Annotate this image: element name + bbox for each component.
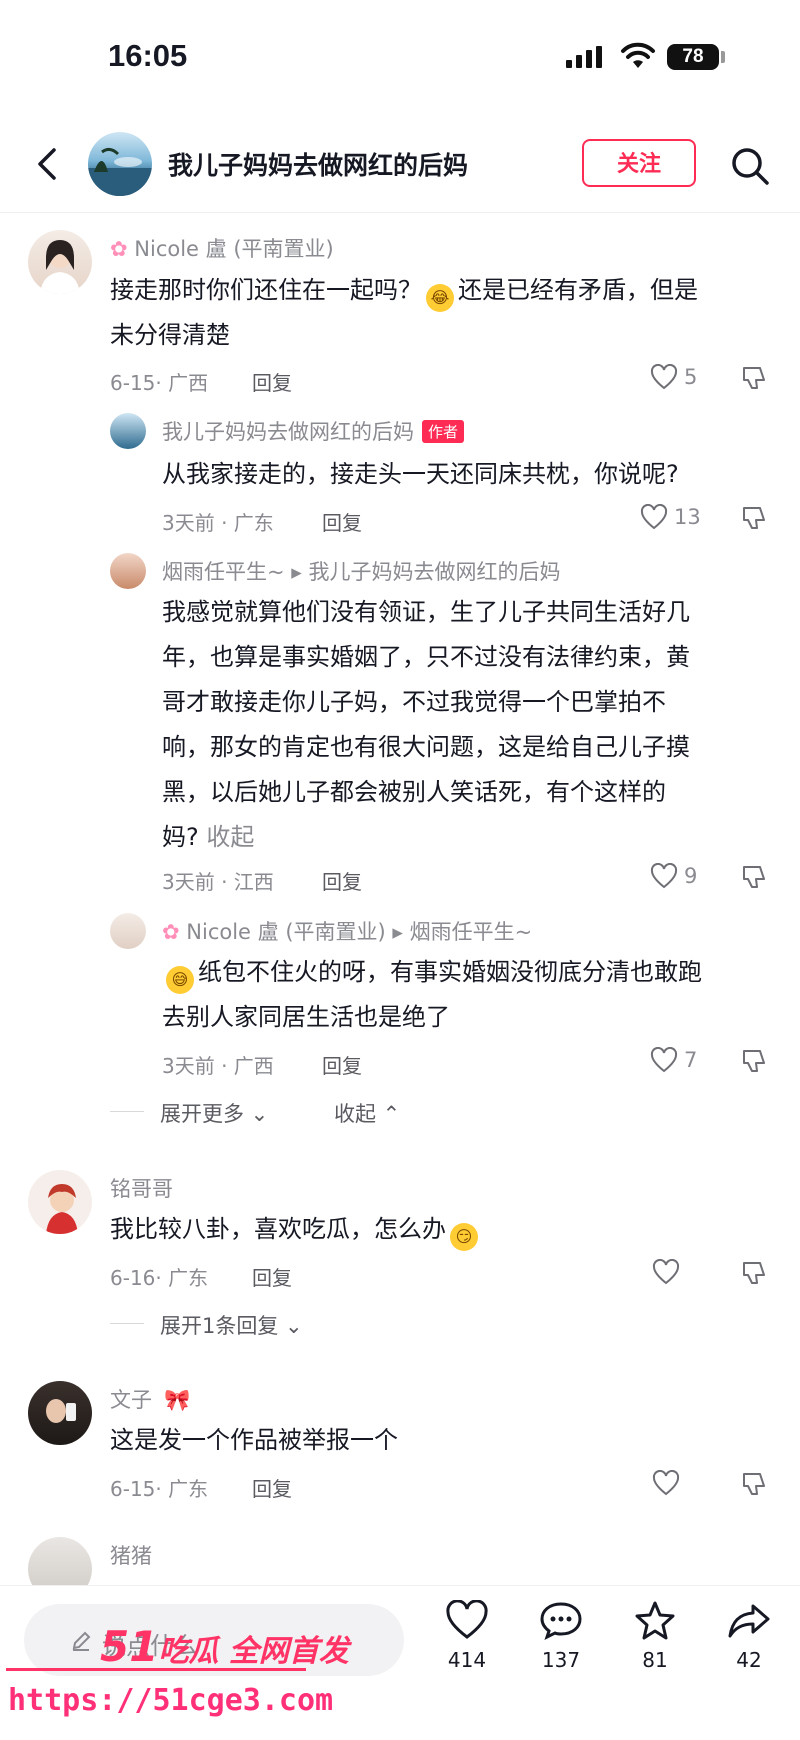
pencil-icon	[72, 1631, 91, 1651]
like-count: 414	[447, 1648, 487, 1672]
like-count: 13	[674, 505, 701, 529]
watermark-brand: 51吃瓜 全网首发	[100, 1622, 349, 1671]
wifi-icon	[621, 42, 655, 68]
like-button[interactable]: 13	[640, 504, 701, 530]
avatar[interactable]	[28, 1170, 92, 1234]
reply-button[interactable]: 回复	[252, 367, 292, 396]
comment-author[interactable]: 猪猪	[110, 1540, 152, 1570]
reply-author[interactable]: ✿ Nicole 盧 (平南置业) ▸ 烟雨任平生~	[162, 916, 532, 946]
comment-author[interactable]: ✿ Nicole 盧 (平南置业)	[110, 233, 334, 263]
dislike-icon[interactable]	[740, 1259, 768, 1287]
avatar[interactable]	[28, 1381, 92, 1445]
share-icon	[728, 1604, 770, 1638]
comment-text: 这是发一个作品被举报一个	[110, 1426, 398, 1454]
collapse-text-button[interactable]: 收起	[206, 823, 254, 851]
status-bar: 16:05 78	[0, 0, 800, 120]
dislike-icon[interactable]	[740, 364, 768, 392]
watermark-url: https://51cge3.com	[8, 1683, 334, 1718]
expand-more-button[interactable]: 展开更多 ⌄	[160, 1098, 268, 1128]
star-icon	[635, 1601, 675, 1640]
reply-meta: 3天前 · 江西	[162, 870, 274, 894]
heart-icon	[650, 863, 678, 889]
comment-meta: 6-15· 广西	[110, 371, 209, 395]
dislike-icon[interactable]	[740, 1047, 768, 1075]
reply-avatar[interactable]	[110, 413, 146, 449]
dislike-icon[interactable]	[740, 504, 768, 532]
author-tag: 作者	[422, 420, 465, 443]
heart-icon	[650, 1047, 678, 1073]
comment-bubble-icon	[540, 1602, 582, 1640]
search-icon[interactable]	[728, 144, 772, 188]
collapse-replies-button[interactable]: 收起 ⌃	[334, 1098, 400, 1128]
watermark-underline	[6, 1668, 306, 1671]
heart-icon	[652, 1259, 680, 1285]
divider	[110, 1323, 144, 1324]
like-count: 5	[684, 365, 698, 389]
comment-text: 接走那时你们还住在一起吗？ 😂 还是已经有矛盾，但是 未分得清楚	[110, 276, 698, 349]
sweat-smile-emoji-icon: 😅	[166, 966, 194, 994]
flower-icon: ✿	[162, 920, 187, 944]
expand-replies-button[interactable]: 展开1条回复 ⌄	[160, 1310, 303, 1340]
flower-icon: ✿	[110, 237, 135, 261]
follow-button[interactable]: 关注	[582, 139, 696, 187]
reply-text: 我感觉就算他们没有领证，生了儿子共同生活好几 年，也算是事实婚姻了，只不过没有法…	[162, 598, 690, 851]
like-button[interactable]: 5	[650, 364, 697, 390]
reply-text: 从我家接走的，接走头一天还同床共枕，你说呢?	[162, 460, 679, 488]
header-title: 我儿子妈妈去做网红的后妈	[168, 151, 469, 180]
back-icon[interactable]	[28, 142, 68, 186]
share-count: 42	[736, 1648, 762, 1672]
heart-icon	[446, 1599, 488, 1639]
reply-button[interactable]: 回复	[322, 507, 362, 536]
favorite-action[interactable]: 81	[620, 1600, 690, 1672]
like-button[interactable]: 7	[650, 1047, 697, 1073]
favorite-count: 81	[642, 1648, 668, 1672]
author-avatar[interactable]	[88, 132, 152, 196]
comment-meta: 6-16· 广东	[110, 1266, 209, 1290]
smirk-emoji-icon: 😏	[450, 1223, 478, 1251]
like-button[interactable]: 9	[650, 863, 697, 889]
like-count: 9	[684, 864, 698, 888]
comments-header: 我儿子妈妈去做网红的后妈 关注	[0, 120, 800, 213]
signal-icon	[566, 46, 602, 68]
like-button[interactable]	[652, 1470, 680, 1496]
reply-meta: 3天前 · 广东	[162, 511, 274, 535]
reply-button[interactable]: 回复	[322, 866, 362, 895]
dislike-icon[interactable]	[740, 1470, 768, 1498]
comment-author[interactable]: 铭哥哥	[110, 1173, 173, 1203]
battery-indicator: 78	[667, 44, 719, 70]
comment-author[interactable]: 文子 🎀	[110, 1384, 190, 1414]
reply-button[interactable]: 回复	[322, 1050, 362, 1079]
crying-emoji-icon: 😂	[426, 284, 454, 312]
bow-icon: 🎀	[164, 1388, 191, 1412]
comment-action[interactable]: 137	[526, 1600, 596, 1672]
comment-meta: 6-15· 广东	[110, 1477, 209, 1501]
reply-button[interactable]: 回复	[252, 1262, 292, 1291]
reply-button[interactable]: 回复	[252, 1473, 292, 1502]
reply-author[interactable]: 烟雨任平生~ ▸ 我儿子妈妈去做网红的后妈	[162, 556, 561, 586]
reply-avatar[interactable]	[110, 553, 146, 589]
like-action[interactable]: 414	[432, 1599, 502, 1672]
heart-icon	[652, 1470, 680, 1496]
comment-count: 137	[541, 1648, 581, 1672]
like-button[interactable]	[652, 1259, 680, 1285]
heart-icon	[640, 504, 668, 530]
battery-cap	[721, 51, 725, 63]
avatar[interactable]	[28, 230, 92, 294]
divider	[110, 1111, 144, 1112]
dislike-icon[interactable]	[740, 863, 768, 891]
reply-text: 😅 纸包不住火的呀，有事实婚姻没彻底分清也敢跑 去别人家同居生活也是绝了	[162, 958, 702, 1031]
comment-text: 我比较八卦，喜欢吃瓜，怎么办 😏	[110, 1207, 770, 1252]
heart-icon	[650, 364, 678, 390]
share-action[interactable]: 42	[714, 1600, 784, 1672]
status-time: 16:05	[108, 38, 188, 73]
reply-author[interactable]: 我儿子妈妈去做网红的后妈 作者	[162, 416, 465, 446]
like-count: 7	[684, 1048, 698, 1072]
reply-avatar[interactable]	[110, 913, 146, 949]
reply-meta: 3天前 · 广西	[162, 1054, 274, 1078]
